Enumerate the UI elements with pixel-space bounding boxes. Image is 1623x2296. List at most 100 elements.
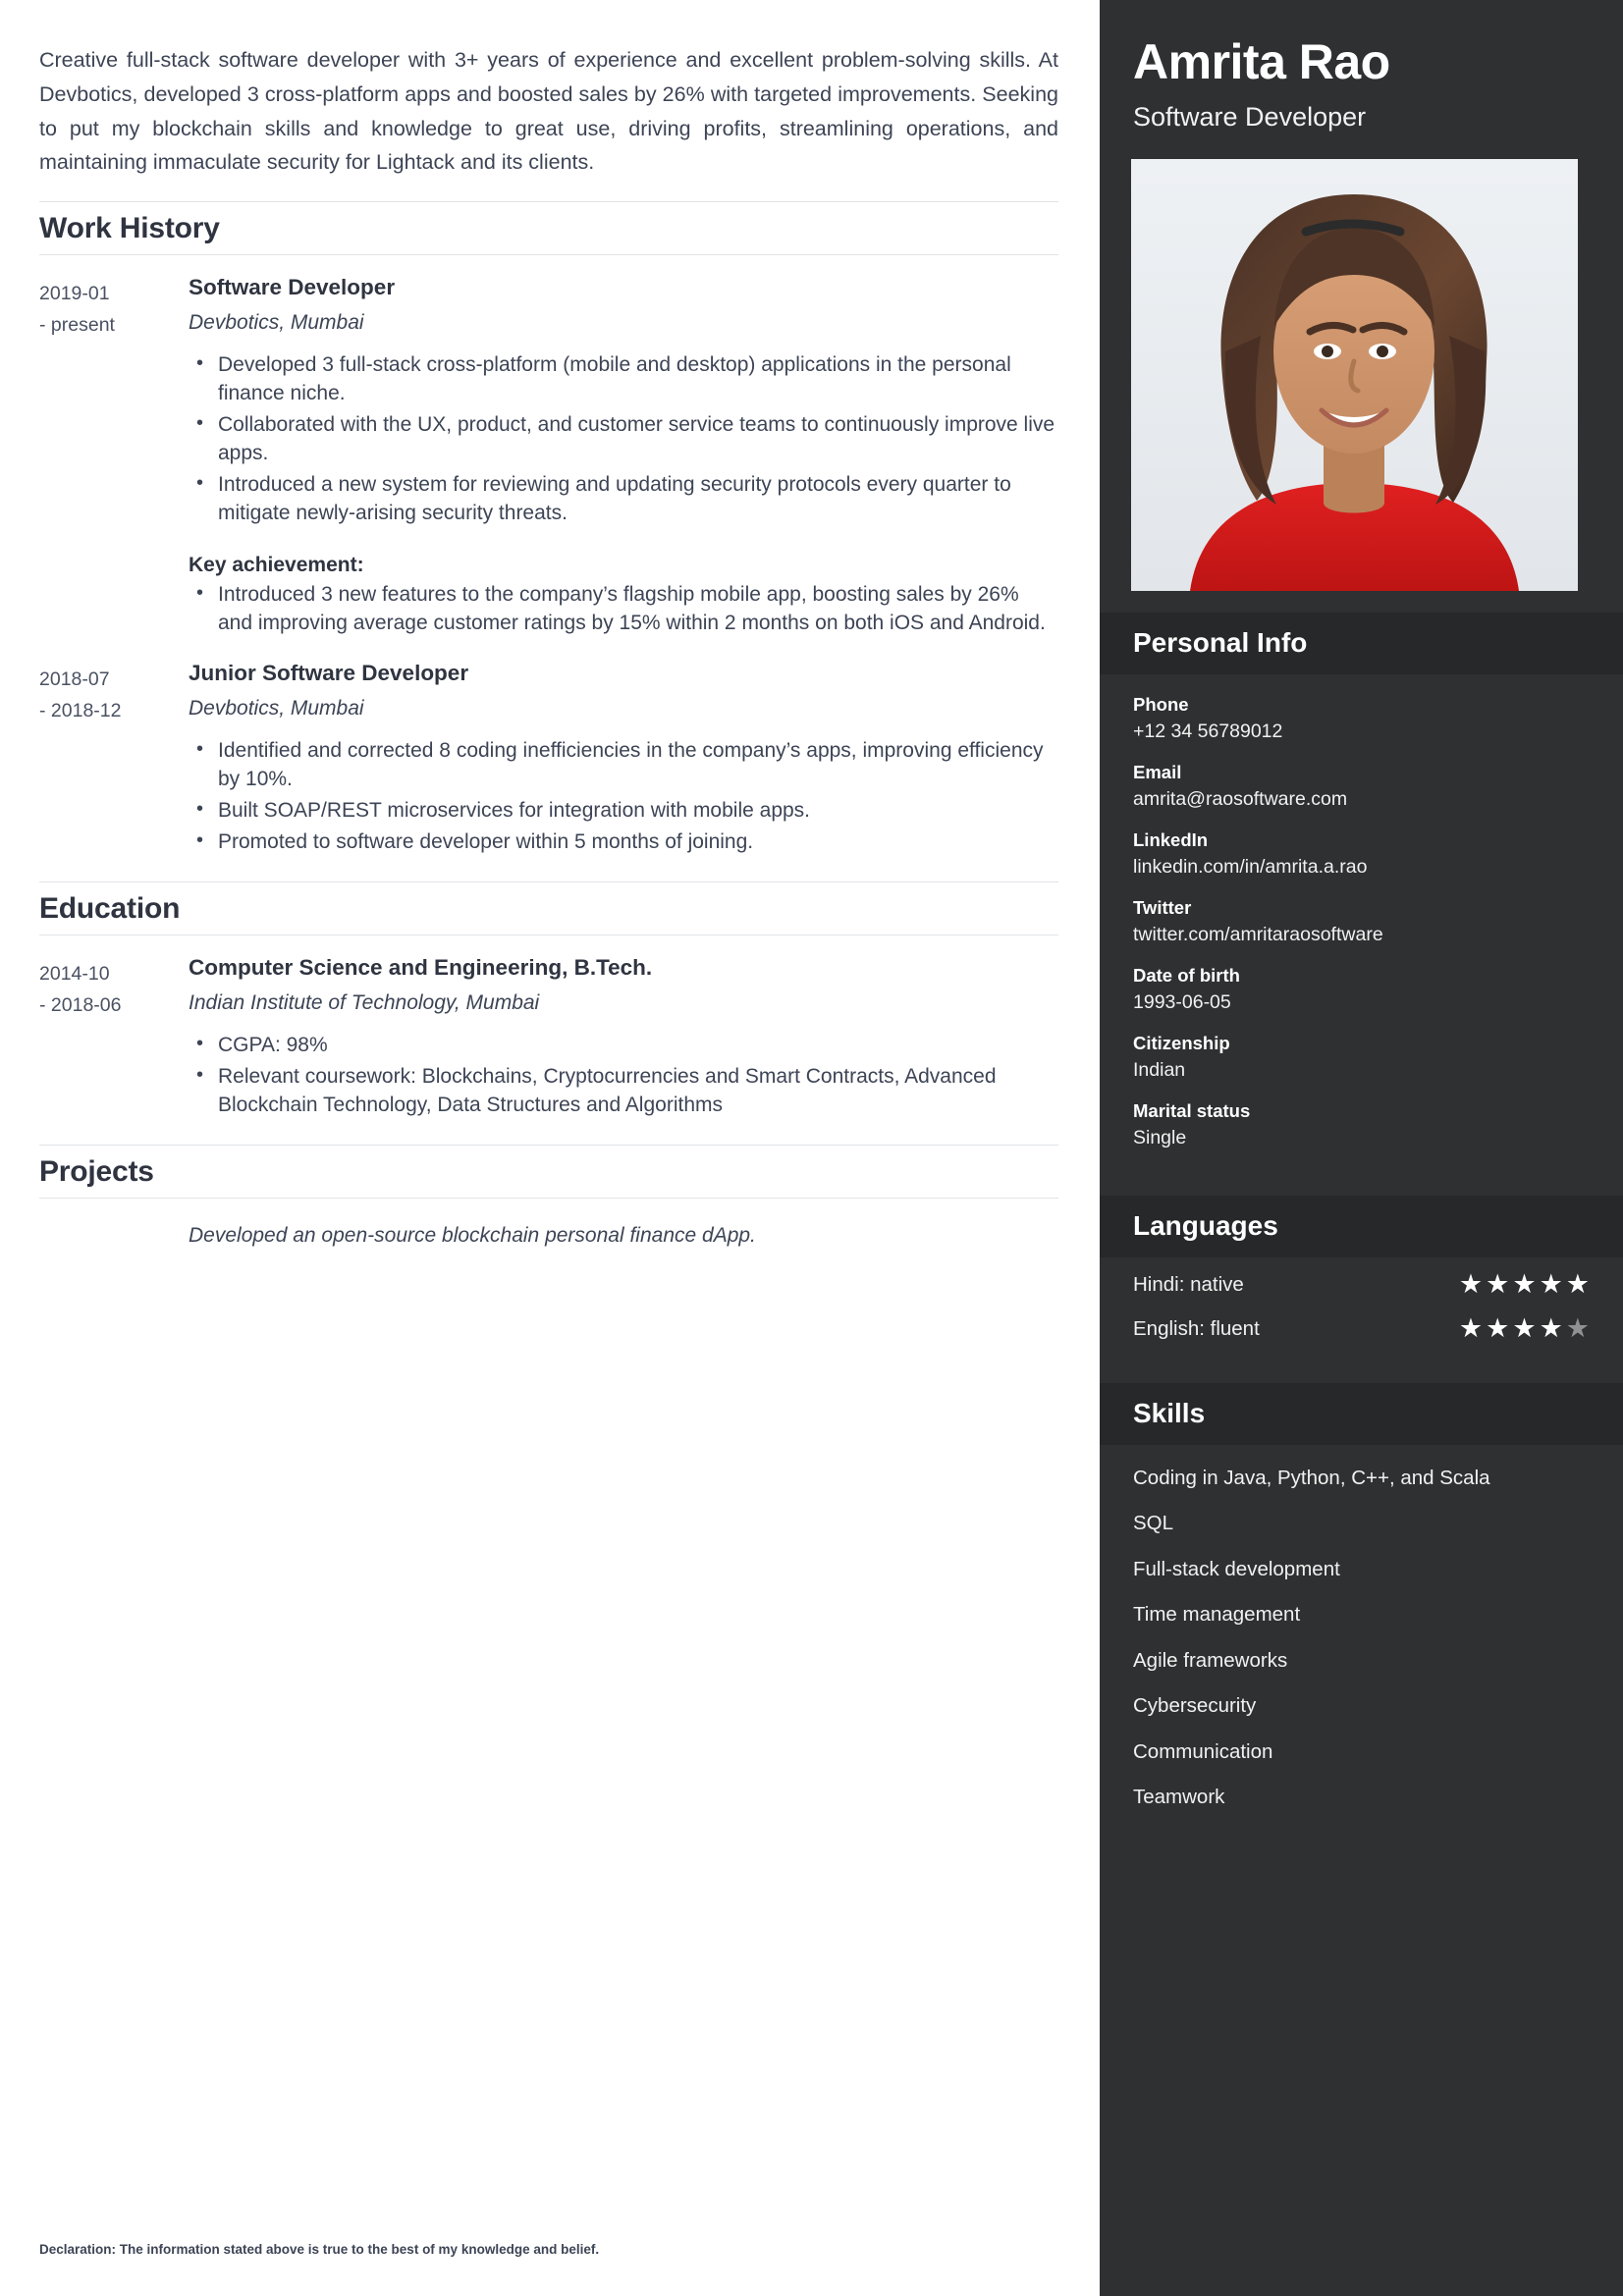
list-item: Promoted to software developer within 5 …: [189, 828, 1058, 857]
education-entry: 2014-10 - 2018-06 Computer Science and E…: [39, 955, 1058, 1123]
star-icon: ★: [1565, 1269, 1590, 1299]
candidate-name: Amrita Rao: [1133, 34, 1390, 89]
info-label: Twitter: [1133, 897, 1192, 918]
info-label: Email: [1133, 762, 1182, 782]
list-item: Collaborated with the UX, product, and c…: [189, 410, 1058, 468]
job-bullets: Identified and corrected 8 coding ineffi…: [189, 736, 1058, 857]
degree-title: Computer Science and Engineering, B.Tech…: [189, 954, 653, 980]
sidebar-section-header-languages: Languages: [1100, 1196, 1623, 1257]
list-item: Developed 3 full-stack cross-platform (m…: [189, 350, 1058, 408]
list-item: Cybersecurity: [1133, 1694, 1257, 1718]
skills-list: Coding in Java, Python, C++, and Scala S…: [1100, 1445, 1623, 1841]
info-label: Phone: [1133, 694, 1189, 715]
job-employer: Devbotics, Mumbai: [189, 311, 364, 335]
date-start: 2019-01: [39, 283, 110, 305]
section-header-education: Education: [39, 881, 1058, 935]
sidebar-section-title-languages: Languages: [1133, 1210, 1278, 1241]
info-value[interactable]: amrita@raosoftware.com: [1133, 788, 1590, 811]
key-achievement-label: Key achievement:: [189, 554, 364, 577]
list-item: Agile frameworks: [1133, 1648, 1288, 1672]
info-label: Citizenship: [1133, 1033, 1230, 1053]
section-education: Education 2014-10 - 2018-06 Computer Sci…: [39, 881, 1058, 1123]
professional-summary: Creative full-stack software developer w…: [39, 48, 1058, 175]
photo-container: [1100, 133, 1623, 591]
languages-list: Hindi: native ★ ★ ★ ★ ★ English: fluent …: [1100, 1257, 1623, 1362]
info-label: Marital status: [1133, 1100, 1251, 1121]
language-row-english: English: fluent ★ ★ ★ ★ ★: [1133, 1315, 1590, 1342]
section-work-history: Work History 2019-01 - present Software …: [39, 201, 1058, 860]
info-value[interactable]: linkedin.com/in/amrita.a.rao: [1133, 856, 1590, 879]
personal-info-item-linkedin: LinkedIn linkedin.com/in/amrita.a.rao: [1133, 829, 1590, 879]
info-label: Date of birth: [1133, 965, 1240, 986]
sidebar-section-header-personal-info: Personal Info: [1100, 613, 1623, 674]
list-item: Time management: [1133, 1603, 1301, 1627]
list-item: Teamwork: [1133, 1786, 1225, 1809]
date-start: 2018-07: [39, 668, 110, 691]
date-start: 2014-10: [39, 962, 110, 985]
section-title-work-history: Work History: [39, 212, 220, 245]
sidebar-section-title-personal-info: Personal Info: [1133, 627, 1308, 658]
list-item: SQL: [1133, 1512, 1174, 1535]
sidebar: Amrita Rao Software Developer Personal I…: [1100, 0, 1623, 2296]
work-entry: 2019-01 - present Software Developer Dev…: [39, 275, 1058, 641]
personal-info-item-citizenship: Citizenship Indian: [1133, 1033, 1590, 1082]
language-row-hindi: Hindi: native ★ ★ ★ ★ ★: [1133, 1271, 1590, 1298]
list-item: CGPA: 98%: [189, 1031, 1058, 1060]
work-entry-dates: 2018-07 - 2018-12: [39, 661, 189, 860]
star-icon: ★: [1458, 1313, 1484, 1343]
job-bullets: Developed 3 full-stack cross-platform (m…: [189, 350, 1058, 528]
info-label: LinkedIn: [1133, 829, 1209, 850]
main-column: Creative full-stack software developer w…: [0, 0, 1100, 2296]
star-icon: ★: [1486, 1313, 1510, 1343]
personal-info-item-twitter: Twitter twitter.com/amritaraosoftware: [1133, 897, 1590, 946]
info-value: Single: [1133, 1127, 1187, 1148]
section-projects: Projects Developed an open-source blockc…: [39, 1144, 1058, 1248]
star-icon: ★: [1539, 1269, 1563, 1299]
personal-info-list: Phone +12 34 56789012 Email amrita@raoso…: [1100, 674, 1623, 1174]
project-description: Developed an open-source blockchain pers…: [189, 1223, 756, 1247]
job-employer: Devbotics, Mumbai: [189, 697, 364, 721]
star-icon: ★: [1486, 1269, 1510, 1299]
institution-name: Indian Institute of Technology, Mumbai: [189, 990, 540, 1014]
personal-info-item-marital-status: Marital status Single: [1133, 1100, 1590, 1149]
star-icon-empty: ★: [1565, 1313, 1590, 1343]
star-icon: ★: [1512, 1313, 1537, 1343]
language-label: English: fluent: [1133, 1316, 1260, 1340]
key-achievement-bullets: Introduced 3 new features to the company…: [189, 580, 1058, 638]
work-entry-body: Software Developer Devbotics, Mumbai Dev…: [189, 275, 1058, 641]
language-label: Hindi: native: [1133, 1272, 1244, 1296]
section-title-education: Education: [39, 891, 181, 925]
language-rating-stars: ★ ★ ★ ★ ★: [1459, 1315, 1590, 1342]
section-title-projects: Projects: [39, 1154, 154, 1188]
section-header-projects: Projects: [39, 1144, 1058, 1199]
sidebar-header: Amrita Rao Software Developer: [1100, 0, 1623, 133]
work-entry: 2018-07 - 2018-12 Junior Software Develo…: [39, 661, 1058, 860]
list-item: Introduced 3 new features to the company…: [189, 580, 1058, 638]
resume-page: Creative full-stack software developer w…: [0, 0, 1623, 2296]
list-item: Introduced a new system for reviewing an…: [189, 470, 1058, 528]
profile-photo-icon: [1131, 159, 1578, 591]
list-item: Identified and corrected 8 coding ineffi…: [189, 736, 1058, 794]
profile-photo: [1131, 159, 1578, 591]
personal-info-item-date-of-birth: Date of birth 1993-06-05: [1133, 965, 1590, 1014]
work-entry-body: Junior Software Developer Devbotics, Mum…: [189, 661, 1058, 860]
list-item: Full-stack development: [1133, 1557, 1340, 1580]
star-icon: ★: [1512, 1269, 1537, 1299]
personal-info-item-phone: Phone +12 34 56789012: [1133, 694, 1590, 743]
info-value: 1993-06-05: [1133, 991, 1231, 1013]
date-end: - present: [39, 313, 115, 336]
job-title: Junior Software Developer: [189, 661, 469, 686]
personal-info-item-email: Email amrita@raosoftware.com: [1133, 762, 1590, 811]
info-value[interactable]: twitter.com/amritaraosoftware: [1133, 924, 1590, 946]
education-entry-dates: 2014-10 - 2018-06: [39, 955, 189, 1123]
education-bullets: CGPA: 98% Relevant coursework: Blockchai…: [189, 1031, 1058, 1120]
date-end: - 2018-12: [39, 699, 122, 721]
list-item: Communication: [1133, 1739, 1273, 1763]
info-value[interactable]: +12 34 56789012: [1133, 721, 1590, 743]
job-title: Software Developer: [189, 275, 396, 300]
star-icon: ★: [1539, 1313, 1563, 1343]
candidate-role: Software Developer: [1133, 102, 1367, 132]
section-header-work-history: Work History: [39, 201, 1058, 256]
info-value: Indian: [1133, 1059, 1186, 1081]
sidebar-section-header-skills: Skills: [1100, 1383, 1623, 1445]
